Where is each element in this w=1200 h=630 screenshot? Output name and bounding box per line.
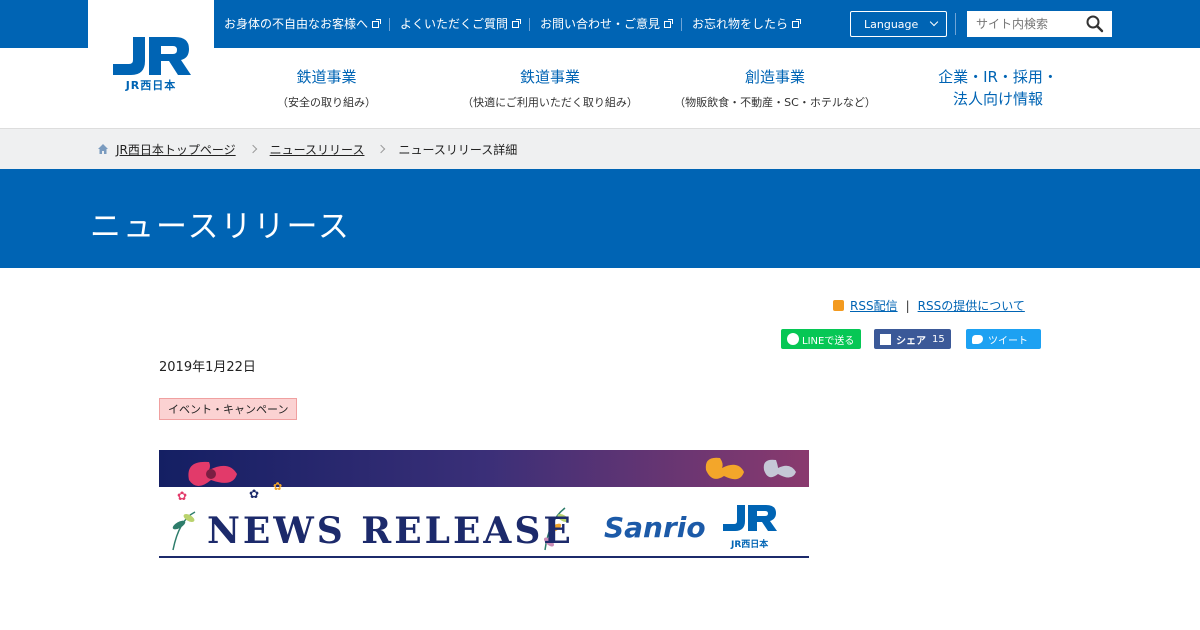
twitter-bird-icon <box>972 334 983 344</box>
util-link-accessibility[interactable]: お身体の不自由なお客様へ <box>214 16 389 31</box>
page-title: ニュースリリース <box>90 209 351 245</box>
twitter-share-button[interactable]: ツイート <box>966 329 1041 349</box>
nav-sub-label: （物販飲食・不動産・SC・ホテルなど） <box>674 96 876 109</box>
breadcrumb-current: ニュースリリース詳細 <box>398 142 518 157</box>
util-link-label: お問い合わせ・ご意見 <box>540 16 661 31</box>
breadcrumb-news[interactable]: ニュースリリース <box>270 141 365 158</box>
facebook-share-label: シェア <box>896 335 926 347</box>
banner-title: NEWS RELEASE <box>207 510 574 552</box>
nav-railway-safety[interactable]: 鉄道事業 （安全の取り組み） <box>254 48 399 128</box>
util-link-lost-items[interactable]: お忘れ物をしたら <box>681 16 809 31</box>
article-date: 2019年1月22日 <box>159 360 256 375</box>
line-share-button[interactable]: LINEで送る <box>781 329 861 349</box>
breadcrumb: JR西日本トップページ ニュースリリース ニュースリリース詳細 <box>0 128 1200 169</box>
header-divider <box>955 13 956 35</box>
global-nav: 鉄道事業 （安全の取り組み） 鉄道事業 （快適にご利用いただく取り組み） 創造事… <box>214 48 1200 128</box>
language-select[interactable]: Language <box>850 11 947 37</box>
sanrio-logo: Sanrio <box>604 511 706 544</box>
nav-sub-label: （快適にご利用いただく取り組み） <box>462 96 638 109</box>
nav-sub-label: （安全の取り組み） <box>277 96 376 109</box>
category-badge: イベント・キャンペーン <box>159 398 298 420</box>
nav-main-label: 鉄道事業 <box>519 68 580 86</box>
language-label: Language <box>864 17 919 31</box>
line-share-label: LINEで送る <box>802 335 855 347</box>
facebook-icon <box>880 333 891 345</box>
rss-icon <box>833 300 844 311</box>
jr-west-logo[interactable]: JR西日本 <box>88 0 214 128</box>
rss-separator: | <box>905 298 910 313</box>
nav-main-label-line2: 法人向け情報 <box>952 90 1043 108</box>
rss-links: RSS配信 | RSSの提供について <box>833 297 1025 314</box>
chevron-down-icon <box>929 17 939 27</box>
jr-logo-icon <box>113 37 191 75</box>
logo-subtext: JR西日本 <box>125 79 177 92</box>
nav-creation-business[interactable]: 創造事業 （物販飲食・不動産・SC・ホテルなど） <box>660 48 890 128</box>
utility-nav: お身体の不自由なお客様へ よくいただくご質問 お問い合わせ・ご意見 お忘れ物をし… <box>214 0 809 48</box>
nav-corporate-info[interactable]: 企業・IR・採用・ 法人向け情報 <box>914 48 1082 128</box>
nav-railway-comfort[interactable]: 鉄道事業 （快適にご利用いただく取り組み） <box>450 48 650 128</box>
svg-text:✿: ✿ <box>177 489 187 503</box>
external-link-icon <box>792 18 802 28</box>
svg-text:✿: ✿ <box>249 487 259 501</box>
home-icon <box>98 144 108 154</box>
external-link-icon <box>512 18 522 28</box>
page-header: ニュースリリース <box>0 169 1200 268</box>
news-release-banner: ✿ ✿ ✿ NEWS RELEASE Sanrio JR西日本 <box>159 450 809 558</box>
facebook-share-count: 15 <box>932 333 945 345</box>
chevron-right-icon <box>248 144 257 154</box>
util-link-contact[interactable]: お問い合わせ・ご意見 <box>529 16 681 31</box>
util-link-label: お身体の不自由なお客様へ <box>224 16 369 31</box>
rss-about-link[interactable]: RSSの提供について <box>918 297 1025 314</box>
nav-main-label: 企業・IR・採用・ <box>938 68 1058 86</box>
external-link-icon <box>664 18 674 28</box>
util-link-label: お忘れ物をしたら <box>692 16 789 31</box>
nav-main-label: 創造事業 <box>744 68 805 86</box>
breadcrumb-home[interactable]: JR西日本トップページ <box>116 141 236 158</box>
util-link-label: よくいただくご質問 <box>400 16 509 31</box>
line-icon <box>787 333 799 345</box>
external-link-icon <box>372 18 382 28</box>
banner-jr-subtext: JR西日本 <box>730 538 769 550</box>
svg-text:✿: ✿ <box>273 480 282 493</box>
chevron-right-icon <box>377 144 386 154</box>
nav-main-label: 鉄道事業 <box>296 68 357 86</box>
facebook-share-button[interactable]: シェア 15 <box>874 329 951 349</box>
rss-feed-link[interactable]: RSS配信 <box>850 297 898 314</box>
search-icon[interactable] <box>1084 13 1106 35</box>
util-link-faq[interactable]: よくいただくご質問 <box>389 16 529 31</box>
twitter-share-label: ツイート <box>988 335 1028 347</box>
